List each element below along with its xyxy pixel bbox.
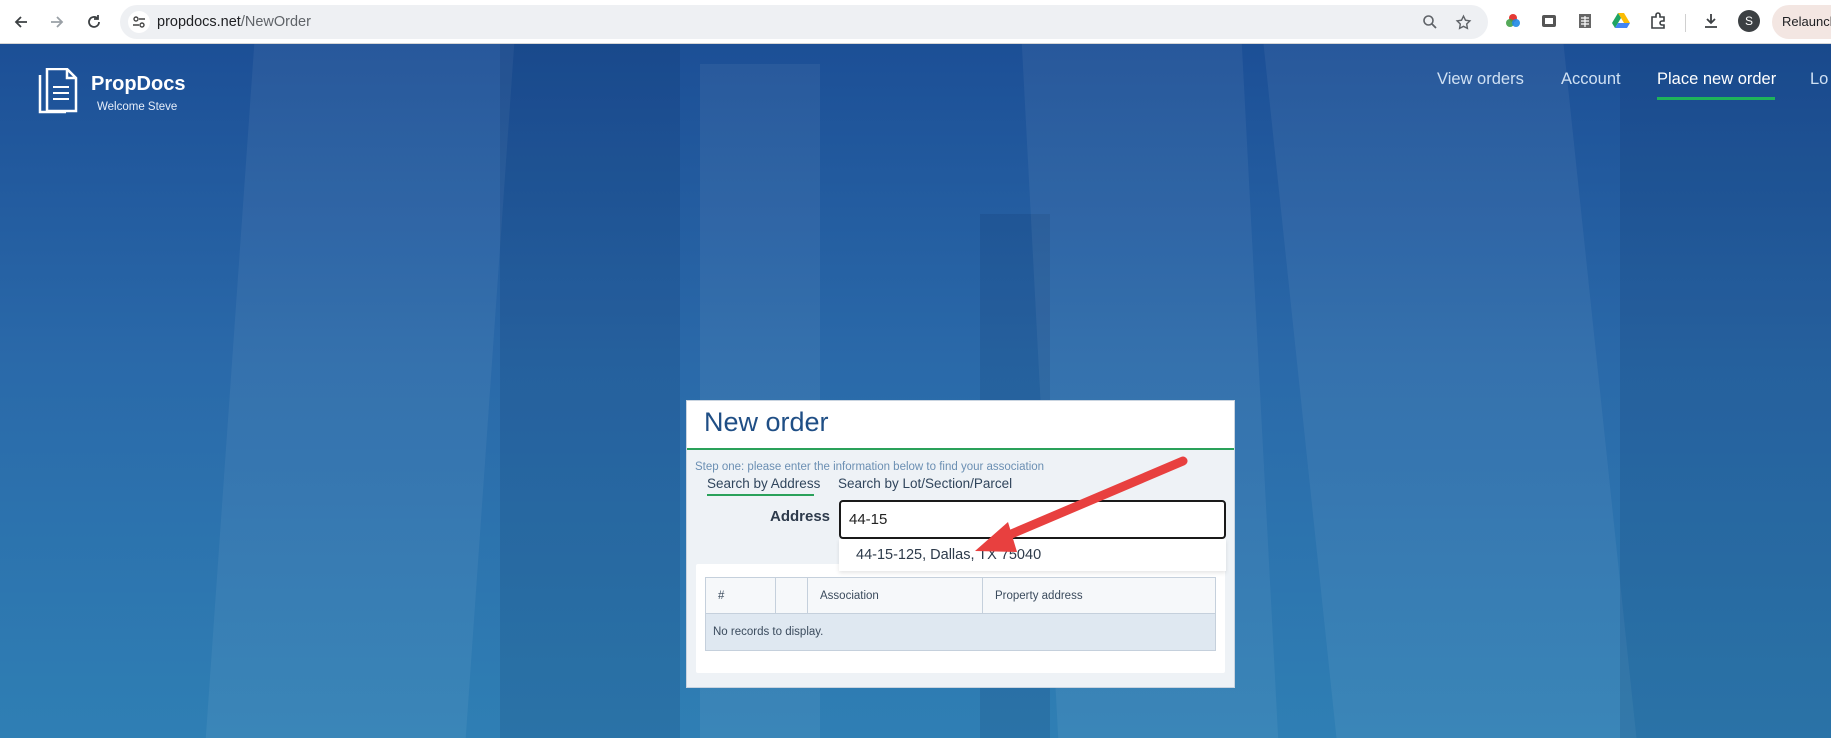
background-building <box>500 44 680 738</box>
google-drive-icon[interactable] <box>1610 10 1632 32</box>
grid-header: # Association Property address <box>706 578 1215 614</box>
url-text: propdocs.net/NewOrder <box>157 14 311 30</box>
extension-sheet-icon[interactable] <box>1574 10 1596 32</box>
brand-name[interactable]: PropDocs <box>91 73 185 96</box>
column-header-association[interactable]: Association <box>808 578 983 614</box>
nav-place-new-order[interactable]: Place new order <box>1657 70 1776 89</box>
site-info-icon[interactable] <box>128 11 150 33</box>
address-input[interactable] <box>839 500 1226 539</box>
results-grid: # Association Property address No record… <box>705 577 1216 651</box>
column-header-number[interactable]: # <box>706 578 776 614</box>
tab-search-by-address[interactable]: Search by Address <box>707 476 820 491</box>
step-instructions: Step one: please enter the information b… <box>695 461 1045 473</box>
active-tab-indicator <box>707 494 814 496</box>
nav-view-orders[interactable]: View orders <box>1437 70 1524 89</box>
background-building <box>1620 44 1831 738</box>
forward-icon[interactable] <box>42 7 72 37</box>
extensions-puzzle-icon[interactable] <box>1647 10 1669 32</box>
welcome-text: Welcome Steve <box>97 101 178 113</box>
address-suggestion-item[interactable]: 44-15-125, Dallas, TX 75040 <box>839 539 1226 571</box>
tab-search-by-lot[interactable]: Search by Lot/Section/Parcel <box>838 476 1012 491</box>
nav-logout[interactable]: Lo <box>1810 70 1828 89</box>
back-icon[interactable] <box>6 7 36 37</box>
address-label: Address <box>770 508 831 525</box>
new-order-card: New order Step one: please enter the inf… <box>686 400 1235 688</box>
grid-empty-message: No records to display. <box>706 614 1215 650</box>
profile-avatar[interactable]: S <box>1738 10 1760 32</box>
nav-account[interactable]: Account <box>1561 70 1621 89</box>
document-logo-icon <box>38 68 78 114</box>
toolbar-separator <box>1685 14 1686 32</box>
active-nav-indicator <box>1657 97 1775 100</box>
reload-icon[interactable] <box>79 7 109 37</box>
extension-color-icon[interactable] <box>1502 10 1524 32</box>
bookmark-star-icon[interactable] <box>1453 12 1473 32</box>
background-building <box>205 44 515 738</box>
extension-web-icon[interactable] <box>1538 10 1560 32</box>
page-background: PropDocs Welcome Steve View orders Accou… <box>0 44 1831 738</box>
card-body: Step one: please enter the information b… <box>687 450 1234 687</box>
browser-toolbar: propdocs.net/NewOrder S Relaunch <box>0 0 1831 44</box>
column-header-blank <box>776 578 808 614</box>
column-header-property-address[interactable]: Property address <box>983 578 1215 614</box>
results-panel: # Association Property address No record… <box>696 564 1225 673</box>
relaunch-button[interactable]: Relaunch <box>1772 5 1831 39</box>
card-title: New order <box>704 407 829 437</box>
zoom-icon[interactable] <box>1420 12 1440 32</box>
download-icon[interactable] <box>1700 10 1722 32</box>
address-bar[interactable]: propdocs.net/NewOrder <box>120 5 1488 39</box>
background-building <box>1263 44 1637 738</box>
